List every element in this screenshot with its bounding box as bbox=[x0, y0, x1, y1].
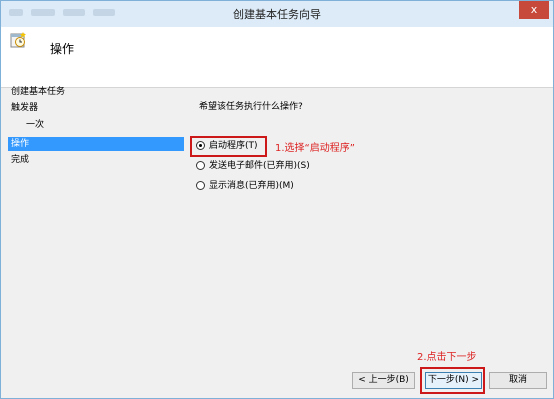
nav-item-trigger[interactable]: 触发器 bbox=[8, 101, 184, 115]
radio-icon[interactable] bbox=[196, 161, 205, 170]
window-title: 创建基本任务向导 bbox=[233, 8, 321, 21]
content-area: 创建基本任务 触发器 一次 操作 完成 希望该任务执行什么操作? 启动程序(T)… bbox=[1, 85, 553, 398]
cancel-button[interactable]: 取消 bbox=[489, 372, 547, 389]
close-icon: x bbox=[530, 3, 538, 16]
option-show-message[interactable]: 显示消息(已弃用)(M) bbox=[196, 179, 294, 193]
next-button[interactable]: 下一步(N) > bbox=[425, 372, 482, 389]
annotation-step1: 1.选择“启动程序” bbox=[275, 143, 355, 154]
wizard-header: 操作 bbox=[1, 27, 553, 88]
option-send-email[interactable]: 发送电子邮件(已弃用)(S) bbox=[196, 159, 310, 173]
wizard-window: 创建基本任务向导 x 操作 创建基本任务 触发器 一次 操作 完成 希望该任务执… bbox=[0, 0, 554, 399]
close-button[interactable]: x bbox=[519, 1, 549, 19]
nav-item-once[interactable]: 一次 bbox=[8, 118, 184, 132]
option-label: 显示消息(已弃用)(M) bbox=[209, 181, 294, 191]
back-button[interactable]: < 上一步(B) bbox=[352, 372, 415, 389]
nav-item-finish[interactable]: 完成 bbox=[8, 153, 184, 167]
nav-item-create-basic-task[interactable]: 创建基本任务 bbox=[8, 85, 184, 99]
option-start-program[interactable]: 启动程序(T) bbox=[196, 139, 258, 153]
annotation-step2: 2.点击下一步 bbox=[417, 352, 477, 363]
radio-icon[interactable] bbox=[196, 181, 205, 190]
nav-item-action[interactable]: 操作 bbox=[8, 137, 184, 151]
radio-checked-icon[interactable] bbox=[196, 141, 205, 150]
action-question: 希望该任务执行什么操作? bbox=[199, 102, 303, 112]
page-title: 操作 bbox=[50, 42, 75, 56]
title-bar: 创建基本任务向导 x bbox=[1, 1, 553, 27]
option-label: 启动程序(T) bbox=[209, 141, 258, 151]
task-wizard-icon bbox=[10, 32, 26, 48]
option-label: 发送电子邮件(已弃用)(S) bbox=[209, 161, 310, 171]
